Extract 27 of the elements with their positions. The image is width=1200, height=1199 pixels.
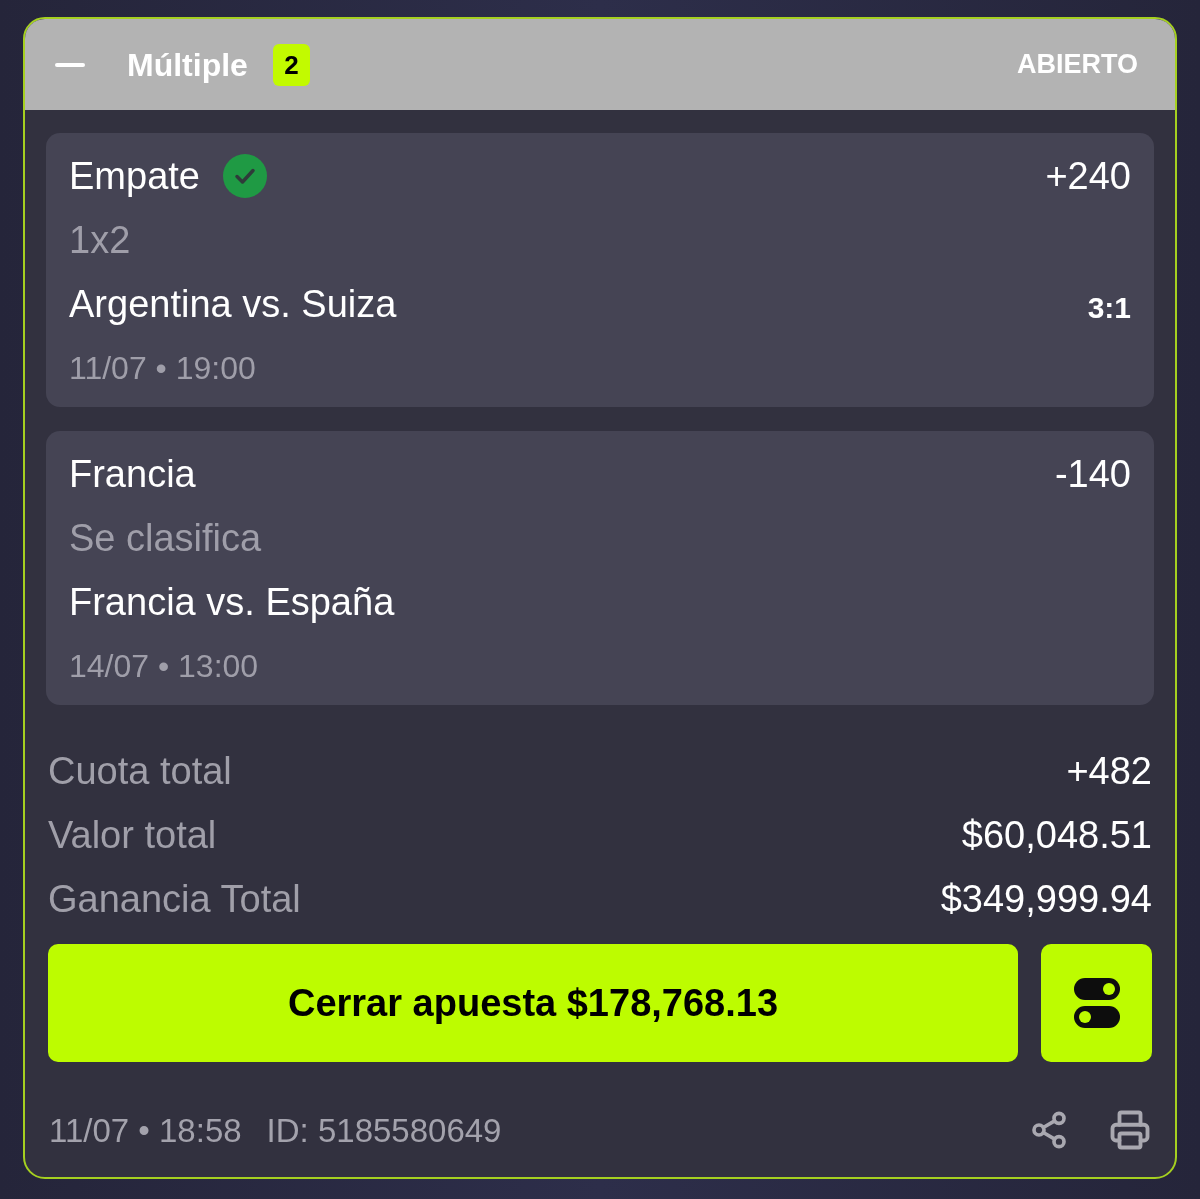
match-name: Francia vs. España (69, 583, 395, 621)
selection-odds: +240 (1045, 157, 1131, 195)
print-icon[interactable] (1109, 1109, 1151, 1151)
selection-pick: Empate (69, 157, 200, 195)
match-datetime: 14/07 • 13:00 (69, 650, 259, 682)
bet-title: Múltiple (127, 48, 248, 81)
match-datetime: 11/07 • 19:00 (69, 352, 256, 384)
toggles-icon (1073, 978, 1120, 1028)
bet-id: ID: 5185580649 (266, 1113, 502, 1147)
share-icon[interactable] (1029, 1110, 1069, 1150)
match-score: 3:1 (1087, 293, 1131, 323)
bet-status: ABIERTO (1017, 51, 1138, 78)
market-name: 1x2 (69, 221, 131, 259)
summary-label: Ganancia Total (48, 880, 301, 918)
selection-odds: -140 (1054, 455, 1131, 493)
summary-value: +482 (1066, 752, 1152, 790)
match-name: Argentina vs. Suiza (69, 285, 397, 323)
selection-count: 2 (272, 43, 310, 86)
market-name: Se clasifica (69, 519, 262, 557)
cash-out-button[interactable]: Cerrar apuesta $178,768.13 (48, 944, 1018, 1062)
placed-datetime: 11/07 • 18:58 (49, 1113, 242, 1147)
summary-value: $349,999.94 (940, 880, 1152, 918)
summary-label: Valor total (48, 816, 217, 854)
summary-label: Cuota total (48, 752, 232, 790)
options-button[interactable] (1041, 944, 1152, 1062)
selection-pick: Francia (69, 455, 196, 493)
summary-value: $60,048.51 (961, 816, 1152, 854)
